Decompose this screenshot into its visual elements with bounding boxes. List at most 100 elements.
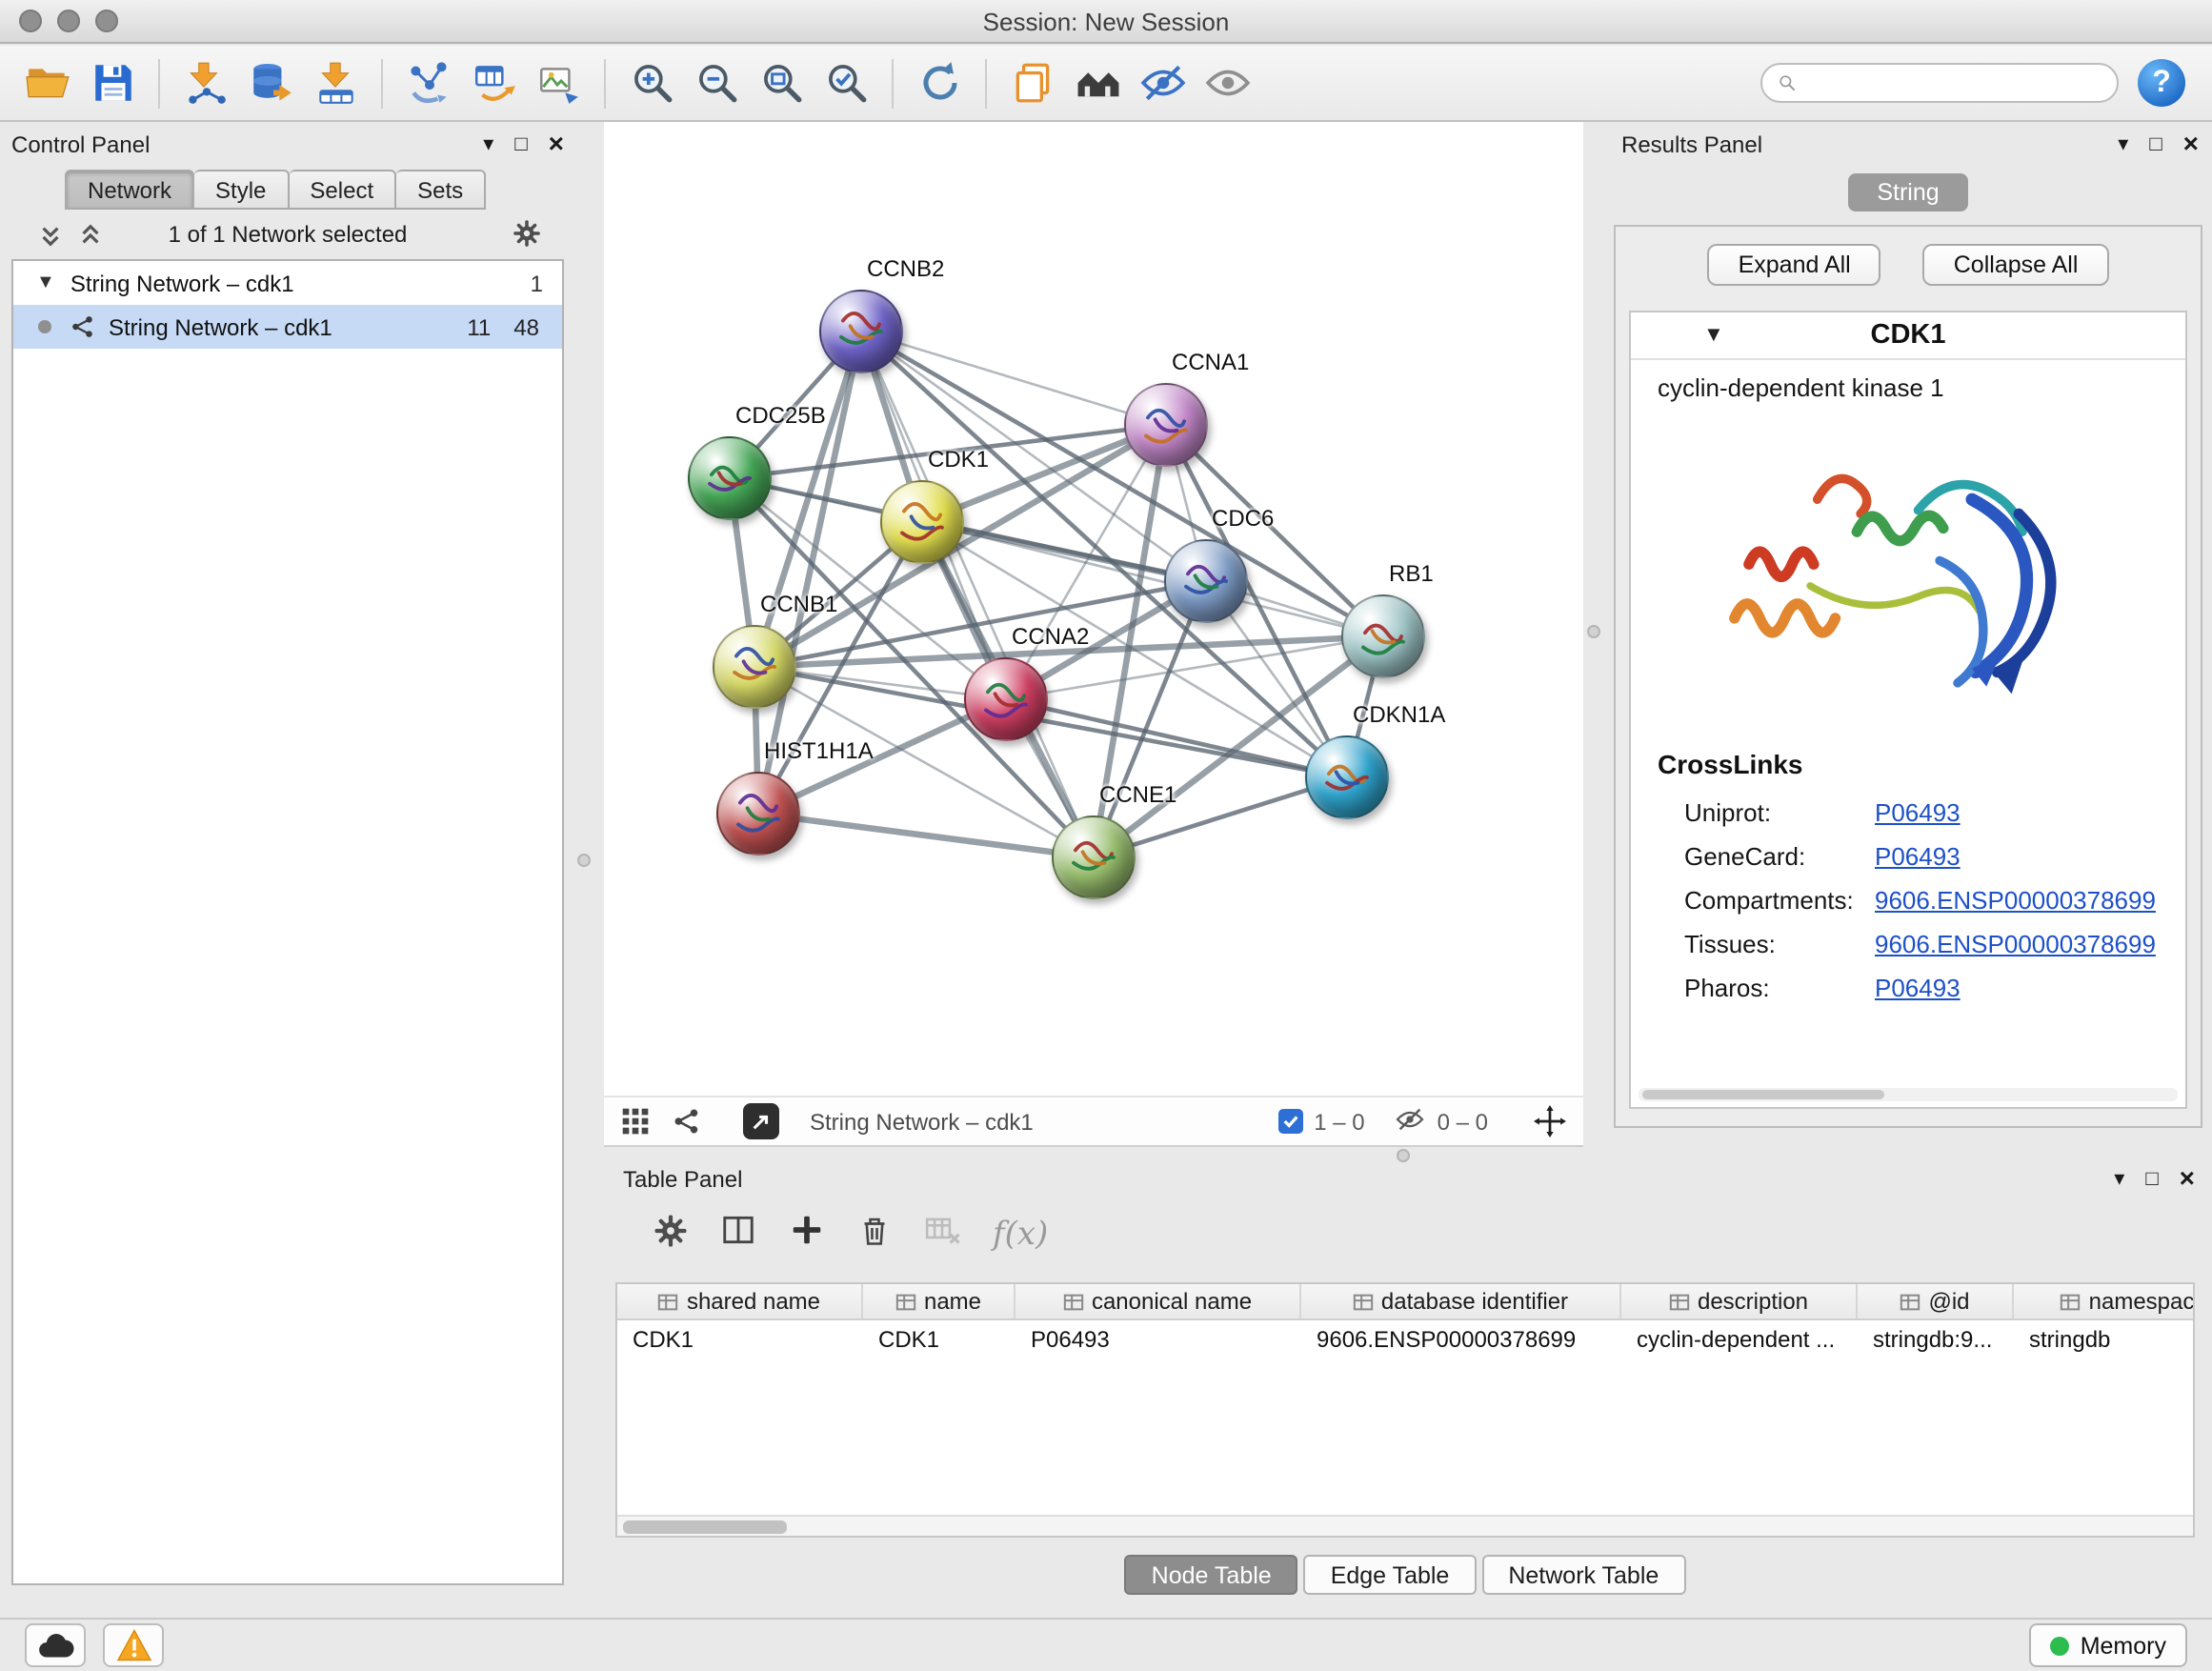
move-crosshair-icon[interactable] xyxy=(1534,1105,1566,1137)
table-horizontal-scrollbar[interactable] xyxy=(617,1515,2193,1536)
gear-icon[interactable] xyxy=(513,219,541,253)
results-horizontal-scrollbar[interactable] xyxy=(1639,1088,2178,1101)
tab-node-table[interactable]: Node Table xyxy=(1125,1555,1298,1595)
network-node-ccna1[interactable] xyxy=(1124,383,1208,467)
panel-close-icon[interactable]: × xyxy=(2180,1164,2195,1191)
tab-string[interactable]: String xyxy=(1848,173,1967,211)
column-header-canonical-name[interactable]: canonical name xyxy=(1016,1284,1301,1319)
apply-layout-icon[interactable] xyxy=(907,49,972,117)
vertical-splitter-handle[interactable] xyxy=(1587,625,1600,638)
vertical-splitter-handle[interactable] xyxy=(577,854,591,867)
selection-checkbox[interactable] xyxy=(1277,1109,1302,1134)
table-cell[interactable]: stringdb:9... xyxy=(1858,1326,2014,1353)
network-node-ccne1[interactable] xyxy=(1052,815,1136,899)
network-node-cdc25b[interactable] xyxy=(688,436,772,520)
table-cell[interactable]: CDK1 xyxy=(863,1326,1016,1353)
table-cell[interactable]: CDK1 xyxy=(617,1326,863,1353)
column-header-database-identifier[interactable]: database identifier xyxy=(1301,1284,1621,1319)
network-edge[interactable] xyxy=(861,332,1094,857)
network-node-ccnb1[interactable] xyxy=(713,625,796,709)
network-collection-row[interactable]: ▼ String Network – cdk1 1 xyxy=(13,261,562,305)
horizontal-splitter-handle[interactable] xyxy=(1397,1149,1410,1162)
warning-icon[interactable] xyxy=(103,1623,164,1667)
function-builder-icon[interactable]: f(x) xyxy=(993,1216,1048,1254)
network-from-table-icon[interactable] xyxy=(461,49,526,117)
network-node-ccna2[interactable] xyxy=(964,657,1048,741)
zoom-fit-icon[interactable] xyxy=(749,49,814,117)
open-session-button[interactable] xyxy=(15,49,80,117)
collapse-all-icon[interactable] xyxy=(38,222,63,247)
table-cell[interactable]: cyclin-dependent ... xyxy=(1621,1326,1858,1353)
expand-all-icon[interactable] xyxy=(78,222,103,247)
cloud-icon[interactable] xyxy=(25,1623,86,1667)
network-node-rb1[interactable] xyxy=(1341,594,1425,678)
panel-float-icon[interactable]: □ xyxy=(514,134,527,155)
tab-select[interactable]: Select xyxy=(289,170,396,210)
scrollbar-thumb[interactable] xyxy=(623,1520,787,1534)
export-network-button[interactable] xyxy=(743,1103,779,1139)
home-view-icon[interactable] xyxy=(1065,49,1130,117)
expand-all-button[interactable]: Expand All xyxy=(1708,244,1881,286)
table-cell[interactable]: stringdb xyxy=(2014,1326,2195,1353)
network-node-cdkn1a[interactable] xyxy=(1305,735,1389,819)
panel-close-icon[interactable]: × xyxy=(2183,130,2199,156)
crosslink-link[interactable]: P06493 xyxy=(1875,842,1961,871)
add-column-icon[interactable] xyxy=(789,1212,825,1258)
show-all-icon[interactable] xyxy=(1195,49,1259,117)
network-node-ccnb2[interactable] xyxy=(819,290,903,373)
network-edge[interactable] xyxy=(922,522,1383,636)
network-canvas[interactable]: CCNB2CCNA1CDC25BCDK1CDC6RB1CCNB1CCNA2CDK… xyxy=(604,122,1583,1096)
tab-style[interactable]: Style xyxy=(194,170,289,210)
panel-float-icon[interactable]: □ xyxy=(2145,1169,2158,1190)
crosslink-link[interactable]: 9606.ENSP00000378699 xyxy=(1875,930,2156,958)
column-header-namespac[interactable]: namespac xyxy=(2014,1284,2195,1319)
column-header--id[interactable]: @id xyxy=(1858,1284,2014,1319)
network-edge[interactable] xyxy=(758,814,1094,857)
hidden-eye-icon[interactable] xyxy=(1396,1106,1426,1137)
crosslink-link[interactable]: P06493 xyxy=(1875,798,1961,827)
import-table-icon[interactable] xyxy=(303,49,368,117)
show-columns-icon[interactable] xyxy=(720,1212,756,1258)
hide-selected-icon[interactable] xyxy=(1130,49,1195,117)
help-icon[interactable]: ? xyxy=(2138,59,2185,107)
table-cell[interactable]: P06493 xyxy=(1016,1326,1301,1353)
zoom-selected-icon[interactable] xyxy=(814,49,878,117)
zoom-in-icon[interactable] xyxy=(619,49,684,117)
search-input[interactable] xyxy=(1806,70,2101,96)
panel-close-icon[interactable]: × xyxy=(549,130,564,156)
table-row[interactable]: CDK1CDK1P064939606.ENSP00000378699cyclin… xyxy=(617,1320,2193,1359)
panel-collapse-icon[interactable]: ▾ xyxy=(2118,134,2128,155)
import-network-database-icon[interactable] xyxy=(238,49,303,117)
export-image-icon[interactable] xyxy=(526,49,591,117)
column-header-description[interactable]: description xyxy=(1621,1284,1858,1319)
tab-network[interactable]: Network xyxy=(65,170,194,210)
delete-column-trash-icon[interactable] xyxy=(857,1213,892,1257)
tab-edge-table[interactable]: Edge Table xyxy=(1304,1555,1477,1595)
panel-float-icon[interactable]: □ xyxy=(2149,134,2162,155)
clone-network-icon[interactable] xyxy=(396,49,461,117)
collapse-all-button[interactable]: Collapse All xyxy=(1923,244,2109,286)
birds-eye-view-icon[interactable] xyxy=(673,1107,701,1136)
tree-expand-icon[interactable]: ▼ xyxy=(36,272,55,293)
table-settings-gear-icon[interactable] xyxy=(654,1213,688,1257)
import-network-file-icon[interactable] xyxy=(173,49,238,117)
column-header-name[interactable]: name xyxy=(863,1284,1016,1319)
network-node-cdk1[interactable] xyxy=(880,480,964,564)
memory-button[interactable]: Memory xyxy=(2029,1623,2187,1667)
save-session-button[interactable] xyxy=(80,49,145,117)
network-edge[interactable] xyxy=(1006,699,1347,777)
search-box[interactable] xyxy=(1760,63,2119,103)
network-node-hist1h1a[interactable] xyxy=(716,772,800,856)
table-cell[interactable]: 9606.ENSP00000378699 xyxy=(1301,1326,1621,1353)
network-node-cdc6[interactable] xyxy=(1164,539,1248,623)
grid-view-icon[interactable] xyxy=(621,1107,650,1136)
panel-collapse-icon[interactable]: ▾ xyxy=(2114,1169,2124,1190)
tab-network-table[interactable]: Network Table xyxy=(1481,1555,1685,1595)
column-header-shared-name[interactable]: shared name xyxy=(617,1284,863,1319)
panel-collapse-icon[interactable]: ▾ xyxy=(483,134,493,155)
protein-card-header[interactable]: ▼ CDK1 xyxy=(1631,312,2185,360)
zoom-out-icon[interactable] xyxy=(684,49,749,117)
crosslink-link[interactable]: 9606.ENSP00000378699 xyxy=(1875,886,2156,915)
tab-sets[interactable]: Sets xyxy=(396,170,486,210)
crosslink-link[interactable]: P06493 xyxy=(1875,974,1961,1002)
